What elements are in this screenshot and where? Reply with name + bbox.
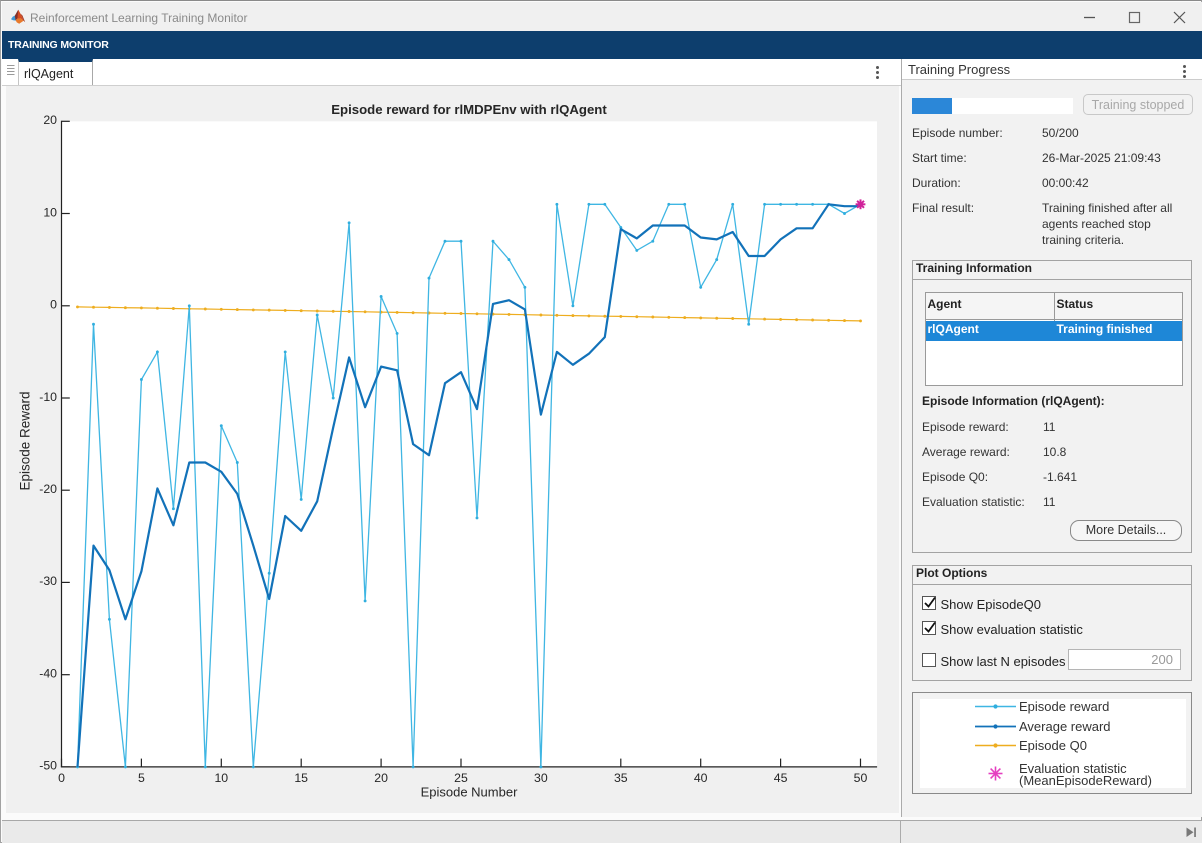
svg-text:-20: -20 xyxy=(39,482,57,496)
svg-text:15: 15 xyxy=(294,771,308,785)
svg-text:-40: -40 xyxy=(39,667,57,681)
svg-text:40: 40 xyxy=(694,771,708,785)
svg-text:50: 50 xyxy=(854,771,868,785)
svg-text:Episode Number: Episode Number xyxy=(421,785,518,800)
svg-text:Episode Reward: Episode Reward xyxy=(18,391,33,490)
svg-text:Average reward: Average reward xyxy=(1019,719,1111,734)
svg-text:Episode reward for rlMDPEnv wi: Episode reward for rlMDPEnv with rlQAgen… xyxy=(331,102,607,117)
svg-text:0: 0 xyxy=(50,298,57,312)
svg-text:20: 20 xyxy=(374,771,388,785)
svg-text:Episode reward: Episode reward xyxy=(1019,699,1109,714)
svg-text:45: 45 xyxy=(774,771,788,785)
svg-text:5: 5 xyxy=(138,771,145,785)
svg-text:-30: -30 xyxy=(39,574,57,588)
svg-text:10: 10 xyxy=(214,771,228,785)
svg-text:25: 25 xyxy=(454,771,468,785)
svg-text:Episode Q0: Episode Q0 xyxy=(1019,738,1087,753)
svg-text:(MeanEpisodeReward): (MeanEpisodeReward) xyxy=(1019,773,1152,788)
svg-text:0: 0 xyxy=(58,771,65,785)
svg-text:-50: -50 xyxy=(39,759,57,773)
svg-text:-10: -10 xyxy=(39,390,57,404)
svg-text:10: 10 xyxy=(43,205,57,219)
svg-text:30: 30 xyxy=(534,771,548,785)
svg-text:20: 20 xyxy=(43,113,57,127)
svg-text:35: 35 xyxy=(614,771,628,785)
